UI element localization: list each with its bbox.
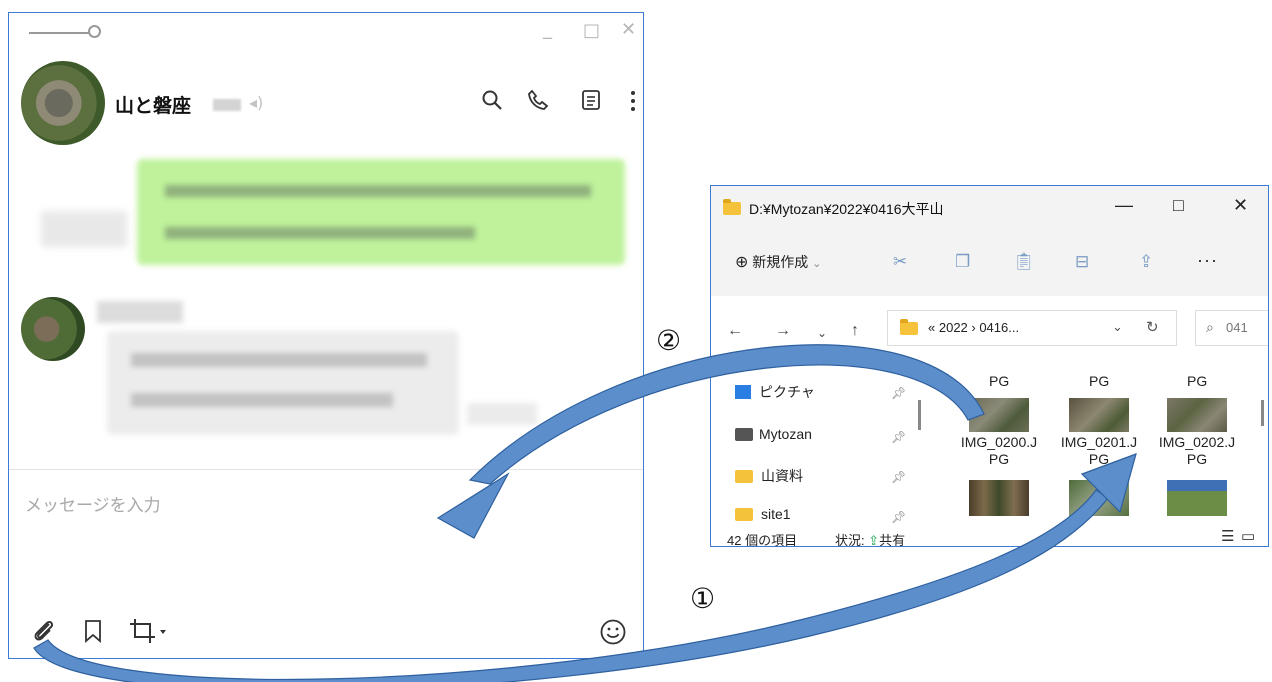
- arrow-step1: [33, 489, 1109, 682]
- arrow-step2: [468, 344, 985, 485]
- annotation-arrows: [33, 344, 1137, 682]
- step-2-marker: ②: [656, 324, 682, 357]
- step-1-marker: ①: [690, 582, 716, 615]
- arrow-step2-head: [436, 472, 510, 539]
